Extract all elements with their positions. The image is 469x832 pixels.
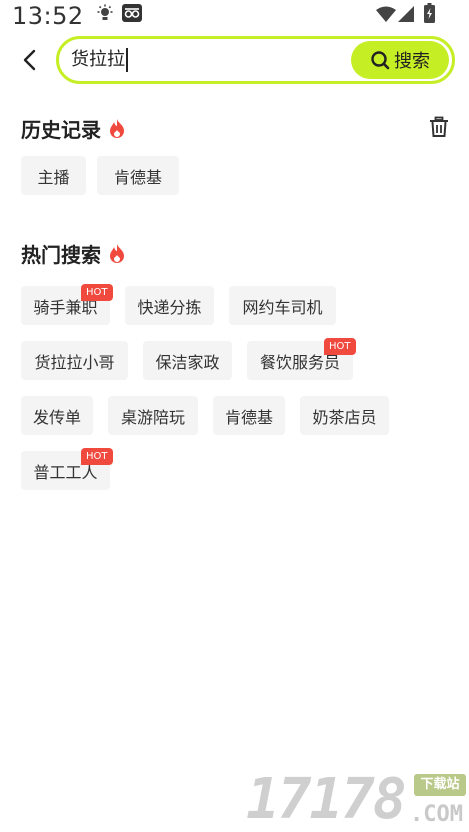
chip-label: 发传单 [32, 407, 81, 427]
status-bar: 13:52 [0, 0, 469, 34]
hot-badge: HOT [81, 284, 113, 301]
hot-badge: HOT [324, 338, 356, 355]
status-time: 13:52 [12, 2, 84, 30]
chip-label: 保洁家政 [155, 352, 220, 372]
history-chip[interactable]: 肯德基 [97, 156, 179, 195]
search-input-value: 货拉拉 [71, 49, 125, 70]
chevron-left-icon [23, 49, 36, 71]
hot-search-chip[interactable]: 快递分拣 [125, 286, 214, 325]
cell-signal-icon [398, 6, 414, 22]
hot-search-chip[interactable]: 奶茶店员 [300, 396, 389, 435]
watermark-com: .COM [410, 802, 463, 827]
search-button[interactable]: 搜索 [351, 41, 449, 79]
hot-search-chip[interactable]: 货拉拉小哥 [21, 341, 128, 380]
hot-search-chip[interactable]: 发传单 [21, 396, 93, 435]
hot-search-chip[interactable]: 保洁家政 [143, 341, 232, 380]
hot-search-title: 热门搜索 [21, 239, 126, 268]
text-caret [126, 48, 128, 72]
weather-icon [97, 4, 113, 20]
back-button[interactable] [14, 44, 44, 76]
search-bar[interactable]: 货拉拉 搜索 [56, 36, 455, 84]
fire-icon [108, 118, 126, 139]
search-icon [371, 51, 390, 70]
hot-badge: HOT [81, 448, 113, 465]
trash-icon[interactable] [428, 116, 450, 138]
wifi-icon [376, 6, 396, 22]
battery-icon [424, 3, 435, 23]
hot-search-chip[interactable]: 网约车司机 [229, 286, 336, 325]
fire-icon [108, 243, 126, 264]
hot-search-chip[interactable]: 肯德基 [213, 396, 285, 435]
chip-label: 肯德基 [113, 167, 162, 187]
chip-label: 货拉拉小哥 [34, 352, 115, 372]
history-title-text: 历史记录 [21, 118, 101, 142]
chip-label: 网约车司机 [242, 297, 323, 317]
history-title: 历史记录 [21, 114, 126, 143]
search-input[interactable]: 货拉拉 [71, 48, 128, 72]
hot-search-chip[interactable]: 桌游陪玩 [108, 396, 198, 435]
history-chip[interactable]: 主播 [21, 156, 86, 195]
search-button-label: 搜索 [394, 51, 430, 72]
site-watermark: 17178 下载站 .COM [246, 770, 468, 830]
chip-label: 奶茶店员 [312, 407, 377, 427]
app-notification-icon [122, 4, 142, 22]
chip-label: 快递分拣 [137, 297, 202, 317]
chip-label: 肯德基 [224, 407, 273, 427]
chip-label: 桌游陪玩 [120, 407, 185, 427]
chip-label: 主播 [37, 167, 70, 187]
watermark-digits: 17178 [246, 767, 407, 832]
watermark-cn: 下载站 [414, 774, 466, 796]
hot-search-title-text: 热门搜索 [21, 243, 101, 267]
